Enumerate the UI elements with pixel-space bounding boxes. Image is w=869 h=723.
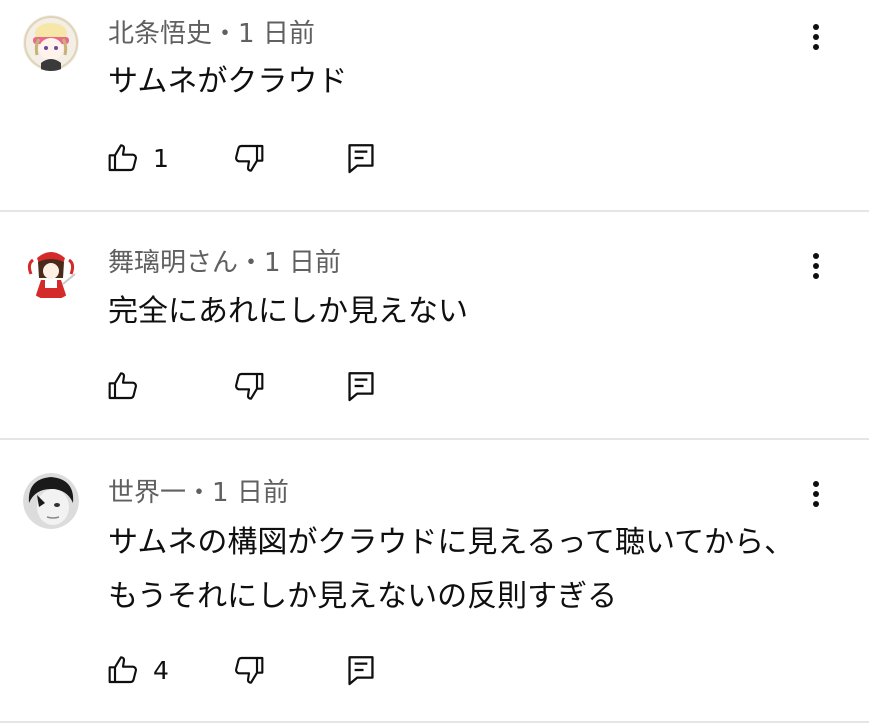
thumbs-up-icon [108, 656, 137, 684]
thumbs-down-icon [235, 372, 264, 400]
thumbs-up-icon [108, 372, 137, 400]
comment-meta: 北条悟史・1 日前 [108, 21, 315, 47]
like-count: 1 [153, 143, 169, 173]
comment-actions: 1 [100, 138, 400, 178]
comment-author[interactable]: 舞璃明さん [108, 248, 238, 278]
comment-actions [100, 366, 400, 406]
comment-author[interactable]: 世界一 [108, 478, 186, 508]
more-button[interactable] [800, 474, 832, 514]
like-button[interactable]: 1 [107, 138, 169, 178]
comment-text-line: 完全にあれにしか見えない [108, 294, 468, 329]
comment-text: サムネがクラウド [108, 55, 347, 109]
reply-button[interactable] [347, 138, 375, 178]
comment-text-line: サムネの構図がクラウドに見えるって聴いてから、 [108, 525, 795, 560]
avatar[interactable] [23, 15, 79, 71]
reply-comment-icon [348, 144, 374, 174]
comment-text-line: サムネがクラウド [108, 64, 348, 99]
thumbs-down-icon [235, 656, 264, 684]
more-vertical-icon [813, 253, 819, 279]
thumbs-down-icon [235, 144, 264, 172]
comment-item: 舞璃明さん・1 日前 完全にあれにしか見えない [0, 212, 869, 438]
like-button[interactable]: 4 [107, 650, 169, 690]
reply-button[interactable] [347, 650, 375, 690]
more-button[interactable] [800, 17, 832, 57]
more-button[interactable] [800, 246, 832, 286]
dislike-button[interactable] [233, 650, 265, 690]
comment-time: ・1 日前 [212, 19, 315, 49]
more-vertical-icon [813, 481, 819, 507]
comment-meta: 世界一・1 日前 [108, 480, 289, 506]
comment-text: サムネの構図がクラウドに見えるって聴いてから、 もうそれにしか見えないの反則すぎ… [108, 516, 794, 624]
reply-button[interactable] [347, 366, 375, 406]
comment-author[interactable]: 北条悟史 [108, 19, 212, 49]
avatar[interactable] [23, 473, 79, 529]
comment-time: ・1 日前 [238, 248, 341, 278]
comment-time: ・1 日前 [186, 478, 289, 508]
avatar[interactable] [23, 244, 79, 300]
comment-item: 北条悟史・1 日前 サムネがクラウド 1 [0, 0, 869, 210]
comment-text: 完全にあれにしか見えない [108, 285, 468, 339]
dislike-button[interactable] [233, 366, 265, 406]
comment-item: 世界一・1 日前 サムネの構図がクラウドに見えるって聴いてから、 もうそれにしか… [0, 440, 869, 721]
comment-text-line: もうそれにしか見えないの反則すぎる [108, 579, 618, 614]
thumbs-up-icon [108, 144, 137, 172]
like-button[interactable] [107, 366, 153, 406]
comment-actions: 4 [100, 650, 400, 690]
reply-comment-icon [348, 372, 374, 402]
comment-meta: 舞璃明さん・1 日前 [108, 250, 341, 276]
like-count: 4 [153, 655, 169, 685]
dislike-button[interactable] [233, 138, 265, 178]
reply-comment-icon [348, 656, 374, 686]
more-vertical-icon [813, 24, 819, 50]
